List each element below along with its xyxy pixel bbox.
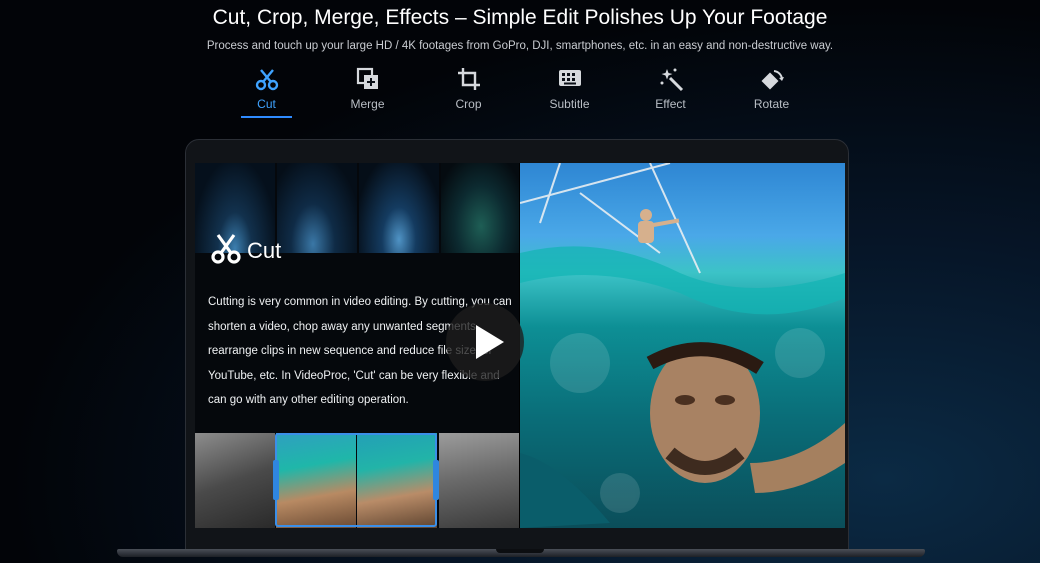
play-icon (476, 325, 504, 359)
panel-heading: Cut (209, 231, 281, 265)
panel-heading-label: Cut (247, 238, 282, 263)
tab-subtitle[interactable]: Subtitle (519, 66, 620, 118)
tab-effect[interactable]: Effect (620, 66, 721, 118)
selection-range[interactable] (275, 433, 437, 527)
scissors-icon (216, 66, 317, 92)
crop-icon (418, 66, 519, 92)
clip-thumbnail (359, 163, 439, 253)
filmstrip-frame[interactable] (195, 433, 275, 528)
filmstrip-frame[interactable] (439, 433, 519, 528)
page-title: Cut, Crop, Merge, Effects – Simple Edit … (212, 6, 828, 29)
trim-handle-left[interactable] (273, 460, 279, 500)
tab-label: Cut (257, 97, 276, 111)
tab-rotate[interactable]: Rotate (721, 66, 822, 118)
tab-label: Effect (655, 97, 686, 111)
tab-crop[interactable]: Crop (418, 66, 519, 118)
merge-icon (317, 66, 418, 92)
clip-thumbnail (441, 163, 519, 253)
active-tab-indicator (241, 116, 292, 118)
play-button[interactable] (446, 303, 524, 381)
tab-label: Subtitle (549, 97, 590, 111)
rotate-icon (721, 66, 822, 92)
laptop-notch (496, 549, 544, 553)
clip-thumbnail (277, 163, 357, 253)
magic-wand-icon (620, 66, 721, 92)
feature-tabs: Cut Merge Crop Subtitle Effect Rotate (216, 66, 824, 118)
tab-merge[interactable]: Merge (317, 66, 418, 118)
page-subtitle: Process and touch up your large HD / 4K … (206, 40, 834, 52)
subtitle-icon (519, 66, 620, 92)
trim-handle-right[interactable] (433, 460, 439, 500)
video-preview[interactable] (520, 163, 845, 528)
tab-label: Crop (455, 97, 482, 111)
tab-cut[interactable]: Cut (216, 66, 317, 118)
scissors-icon (211, 234, 241, 264)
video-frame-art (520, 163, 845, 528)
tab-label: Rotate (753, 97, 790, 111)
tab-label: Merge (350, 97, 385, 111)
